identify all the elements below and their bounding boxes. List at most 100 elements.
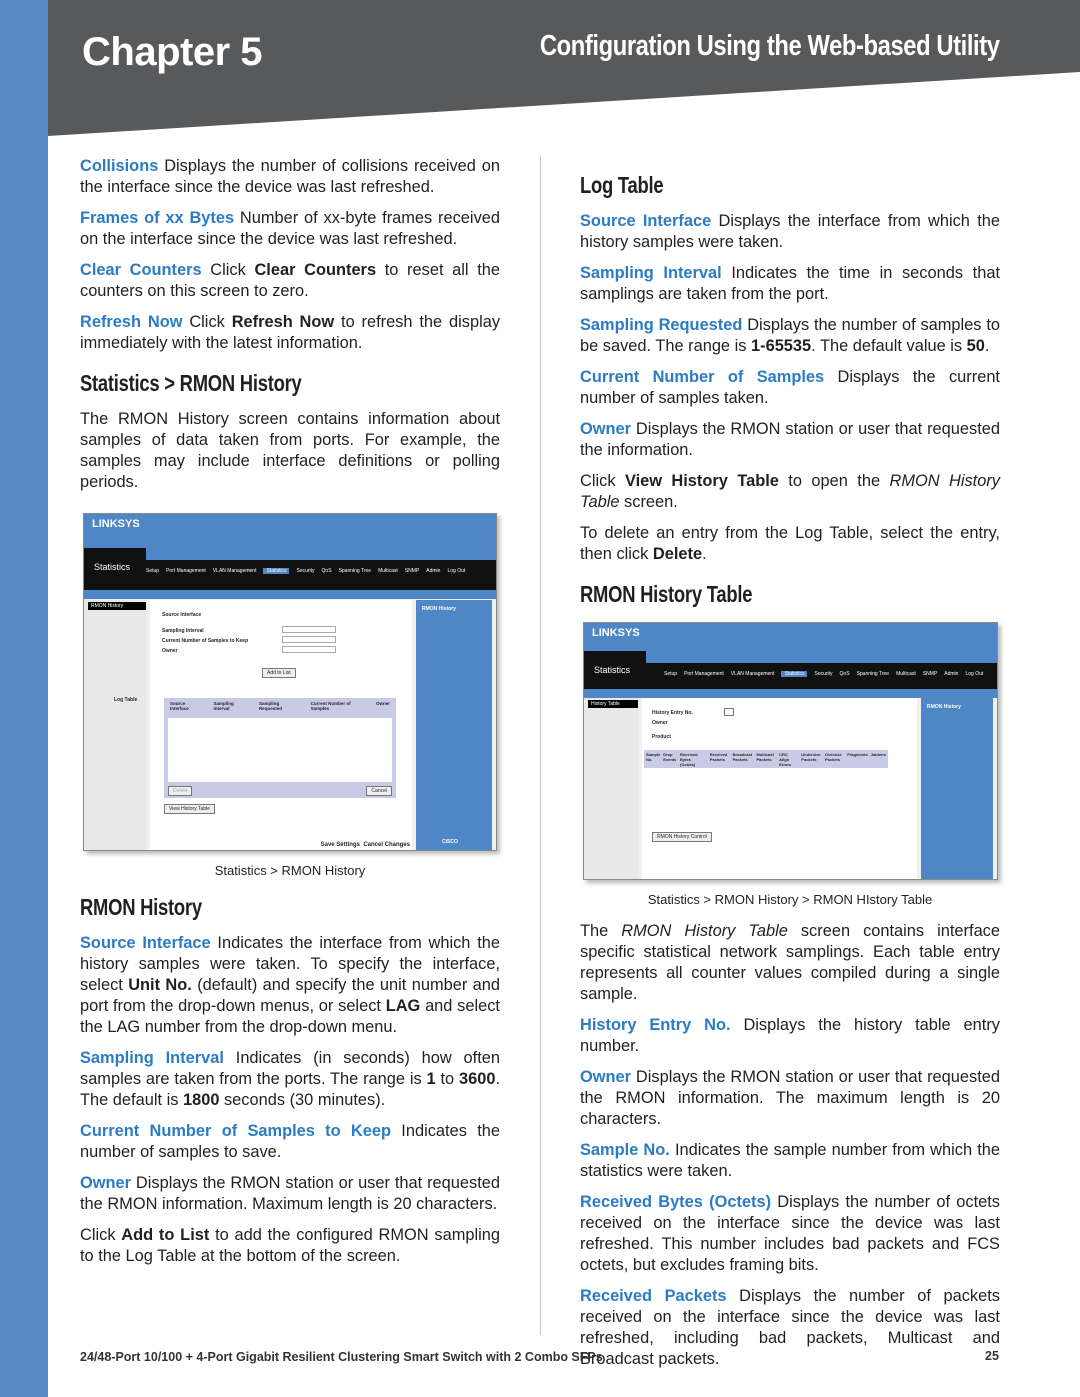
- text-run: Displays the RMON station or user that r…: [580, 1068, 1000, 1128]
- right-column: Log Table Source Interface Displays the i…: [580, 156, 1000, 1380]
- rmon-history-control-button[interactable]: RMON History Control: [652, 832, 712, 842]
- nav-tab[interactable]: Port Management: [684, 671, 724, 677]
- footer-product: 24/48-Port 10/100 + 4-Port Gigabit Resil…: [80, 1350, 603, 1364]
- sampling-interval-input[interactable]: [282, 626, 336, 633]
- delete-button[interactable]: Delete: [168, 786, 193, 796]
- text-run: 3600: [458, 1070, 496, 1088]
- nav-tab[interactable]: Admin: [944, 671, 958, 677]
- term-label: Current Number of Samples to Keep: [80, 1122, 392, 1140]
- text-run: 1: [426, 1070, 436, 1088]
- nav-tab[interactable]: VLAN Management: [213, 568, 257, 574]
- text-run: To delete an entry from the Log Table, s…: [580, 524, 1000, 563]
- section-heading: RMON History Table: [580, 581, 753, 607]
- paragraph: Click Add to List to add the configured …: [80, 1225, 500, 1267]
- paragraph: Click View History Table to open the RMO…: [580, 471, 1000, 513]
- figure-caption: Statistics > RMON History: [214, 863, 366, 878]
- menu-item-rmon-history[interactable]: RMON History: [88, 602, 146, 610]
- paragraph: Owner Displays the RMON station or user …: [580, 1067, 1000, 1130]
- nav-bar: Statistics Setup Port Management VLAN Mana…: [584, 651, 997, 689]
- field-label: Owner: [652, 720, 668, 726]
- nav-tab[interactable]: Security: [814, 671, 832, 677]
- field-label: Owner: [162, 648, 178, 654]
- chapter-number: Chapter 5: [82, 30, 263, 74]
- paragraph: Sample No. Indicates the sample number f…: [580, 1140, 1000, 1182]
- text-run: seconds (30 minutes).: [219, 1091, 386, 1109]
- text-run: to open the: [778, 472, 890, 490]
- nav-tab[interactable]: SNMP: [923, 671, 937, 677]
- column-header: Undersize Packets: [801, 752, 821, 762]
- text-run: Click: [201, 261, 255, 279]
- add-to-list-button[interactable]: Add to List: [262, 668, 296, 678]
- right-blocks-top: Log Table Source Interface Displays the i…: [580, 172, 1000, 608]
- paragraph: Received Bytes (Octets) Displays the num…: [580, 1192, 1000, 1276]
- text-run: screen.: [619, 493, 678, 511]
- nav-tabs: Setup Port Management VLAN Management Stati…: [664, 671, 983, 677]
- nav-tab[interactable]: Statistics: [781, 671, 808, 677]
- paragraph: Owner Displays the RMON station or user …: [80, 1173, 500, 1215]
- view-history-table-button[interactable]: View History Table: [164, 804, 215, 814]
- text-run: .: [702, 545, 707, 563]
- nav-tab[interactable]: Setup: [146, 568, 159, 574]
- text-run: 1-65535: [751, 337, 812, 355]
- text-run: to: [435, 1070, 459, 1088]
- text-run: Click: [580, 472, 625, 490]
- term-label: Sampling Interval: [80, 1049, 224, 1067]
- history-table: Sample No. Drop Events Received Bytes (Oct…: [644, 750, 888, 768]
- column-header: Current Number of Samples: [310, 701, 351, 711]
- sidebar-accent: [0, 0, 48, 1397]
- nav-tab[interactable]: Spanning Tree: [339, 568, 372, 574]
- nav-tab[interactable]: Admin: [426, 568, 440, 574]
- paragraph: Clear Counters Click Clear Counters to r…: [80, 260, 500, 302]
- text-run: Click: [80, 1226, 122, 1244]
- section-heading: Statistics > RMON History: [80, 370, 302, 396]
- nav-tab[interactable]: Statistics: [263, 568, 290, 574]
- nav-tab[interactable]: Multicast: [378, 568, 398, 574]
- cancel-changes-link[interactable]: Cancel Changes: [363, 842, 410, 848]
- nav-tab[interactable]: Log Out: [447, 568, 465, 574]
- nav-tab[interactable]: Port Management: [166, 568, 206, 574]
- paragraph: Frames of xx Bytes Number of xx-byte fra…: [80, 208, 500, 250]
- column-header: Drop Events: [663, 752, 677, 762]
- section-heading: RMON History: [80, 894, 202, 920]
- nav-tab[interactable]: VLAN Management: [731, 671, 775, 677]
- text-run: 1800: [182, 1091, 220, 1109]
- section-title: Statistics: [594, 665, 631, 675]
- owner-input[interactable]: [282, 646, 336, 653]
- column-header: Received Packets: [709, 752, 728, 762]
- term-label: Source Interface: [580, 212, 712, 230]
- cancel-button[interactable]: Cancel: [366, 786, 392, 796]
- text-run: . The default value is: [811, 337, 967, 355]
- section-heading: Log Table: [580, 172, 664, 198]
- save-settings-link[interactable]: Save Settings: [321, 842, 360, 848]
- paragraph: Refresh Now Click Refresh Now to refresh…: [80, 312, 500, 354]
- nav-tab[interactable]: SNMP: [405, 568, 419, 574]
- column-divider: [540, 155, 541, 1335]
- menu-item-history-table[interactable]: History Table: [588, 700, 638, 708]
- nav-tab[interactable]: Log Out: [965, 671, 983, 677]
- paragraph: Sampling Requested Displays the number o…: [580, 315, 1000, 357]
- history-entry-select[interactable]: [724, 708, 734, 716]
- text-run: Refresh Now: [231, 313, 335, 331]
- field-label: Source Interface: [162, 612, 202, 618]
- paragraph: Sampling Interval Indicates the time in …: [580, 263, 1000, 305]
- brand-logo: LINKSYS: [584, 623, 997, 651]
- nav-tab[interactable]: QoS: [840, 671, 850, 677]
- nav-tab[interactable]: QoS: [322, 568, 332, 574]
- column-header: Owner: [375, 701, 390, 706]
- chapter-title: Configuration Using the Web-based Utilit…: [540, 30, 1000, 62]
- nav-tab[interactable]: Setup: [664, 671, 677, 677]
- term-label: Owner: [80, 1174, 132, 1192]
- main-form: History Entry No. Owner Product Sample N…: [642, 698, 917, 879]
- left-column: Collisions Displays the number of collis…: [80, 156, 500, 1277]
- samples-input[interactable]: [282, 636, 336, 643]
- nav-tab[interactable]: Spanning Tree: [857, 671, 890, 677]
- text-run: The: [580, 922, 622, 940]
- column-header: Fragments: [847, 752, 868, 757]
- left-blocks-bottom: RMON History Source Interface Indicates t…: [80, 894, 500, 1267]
- figure-caption: Statistics > RMON History > RMON HIstory…: [647, 892, 933, 907]
- nav-tab[interactable]: Security: [296, 568, 314, 574]
- paragraph: Owner Displays the RMON station or user …: [580, 419, 1000, 461]
- term-label: Clear Counters: [80, 261, 202, 279]
- text-run: Delete: [652, 545, 703, 563]
- nav-tab[interactable]: Multicast: [896, 671, 916, 677]
